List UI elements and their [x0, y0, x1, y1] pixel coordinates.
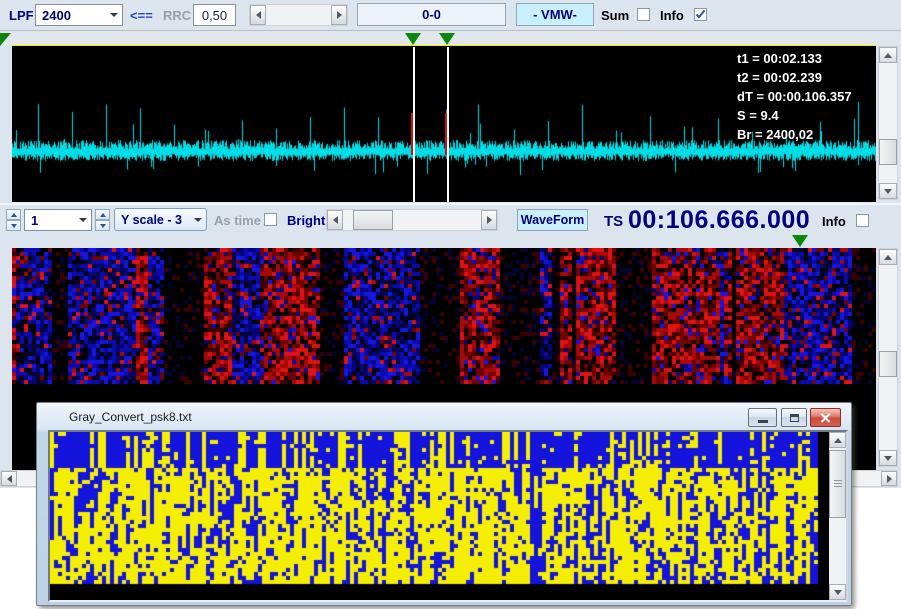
- spin-up-icon[interactable]: [95, 209, 110, 220]
- scroll-up-icon[interactable]: [879, 47, 897, 63]
- close-icon: [820, 412, 831, 423]
- as-time-label: As time: [214, 213, 261, 228]
- view-position-marker[interactable]: [792, 235, 808, 247]
- overlay-t1: t1 = 00:02.133: [737, 51, 822, 66]
- toolbar-top: LPF 2400 <== RRC 0-0 - VMW- Sum Info: [0, 0, 901, 30]
- cursor-line-t2[interactable]: [447, 47, 449, 202]
- minimize-icon: [757, 420, 768, 423]
- bitmap-vscroll-thumb[interactable]: [829, 450, 846, 518]
- spin-down-icon[interactable]: [95, 220, 110, 231]
- lpf-combobox-value: 2400: [42, 7, 71, 23]
- cursor-line-t1[interactable]: [413, 47, 415, 202]
- vmw-button[interactable]: - VMW-: [516, 3, 594, 26]
- middle-scrollbar[interactable]: [326, 209, 498, 231]
- yscale-combobox-value: Y scale - 3: [121, 212, 182, 227]
- measurement-overlay: t1 = 00:02.133 t2 = 00:02.239 dT = 00:00…: [737, 49, 852, 144]
- overlay-t2: t2 = 00:02.239: [737, 70, 822, 85]
- overlay-s: S = 9.4: [737, 108, 779, 123]
- range-display: 0-0: [357, 3, 506, 26]
- assign-arrow-label: <==: [130, 8, 153, 23]
- waveform-button[interactable]: WaveForm: [517, 209, 588, 231]
- lpf-label: LPF: [9, 8, 34, 23]
- info-label-top: Info: [660, 8, 684, 23]
- info-checkbox-top[interactable]: [694, 8, 707, 21]
- signal-analyzer-app: LPF 2400 <== RRC 0-0 - VMW- Sum Info: [0, 0, 901, 609]
- scroll-up-icon[interactable]: [879, 249, 897, 265]
- scroll-right-icon[interactable]: [331, 5, 347, 25]
- channel-spinner[interactable]: [6, 209, 21, 231]
- bitmap-client-area[interactable]: [48, 430, 848, 602]
- close-button[interactable]: [810, 408, 841, 427]
- raster-vscroll-thumb[interactable]: [879, 351, 897, 377]
- raster-marker-strip: [0, 234, 901, 248]
- vmw-button-label: - VMW-: [533, 7, 577, 22]
- gray-convert-window[interactable]: Gray_Convert_psk8.txt: [36, 402, 852, 606]
- ts-label: TS: [604, 213, 624, 230]
- yscale-spinner[interactable]: [95, 209, 110, 231]
- cursor-marker-strip: [0, 30, 901, 46]
- range-display-value: 0-0: [422, 7, 441, 22]
- scroll-up-icon[interactable]: [829, 432, 846, 448]
- waveform-vscroll-thumb[interactable]: [879, 139, 897, 165]
- rrc-input[interactable]: [193, 4, 236, 26]
- overlay-dt: dT = 00:00.106.357: [737, 89, 852, 104]
- left-edge-marker[interactable]: [0, 33, 11, 46]
- scroll-left-icon[interactable]: [250, 5, 266, 25]
- symbol-raster-display[interactable]: [12, 248, 876, 384]
- info-checkbox-middle[interactable]: [856, 214, 869, 227]
- scroll-down-icon[interactable]: [879, 450, 897, 466]
- yscale-combobox[interactable]: Y scale - 3: [114, 208, 207, 231]
- waveform-vscrollbar[interactable]: [878, 46, 898, 200]
- cursor-marker-t2[interactable]: [439, 33, 455, 45]
- as-time-checkbox[interactable]: [264, 213, 277, 226]
- channel-combobox[interactable]: 1: [24, 209, 92, 231]
- info-label-middle: Info: [822, 214, 846, 229]
- spin-up-icon[interactable]: [6, 209, 21, 220]
- maximize-icon: [789, 413, 799, 422]
- ts-value-display: 00:106.666.000: [628, 206, 811, 234]
- overlay-br: Br = 2400,02: [737, 127, 814, 142]
- channel-combobox-value: 1: [31, 212, 39, 228]
- bitmap-vscrollbar[interactable]: [829, 432, 846, 600]
- lpf-combobox[interactable]: 2400: [35, 4, 123, 26]
- chevron-down-icon[interactable]: [189, 209, 206, 230]
- waveform-button-label: WaveForm: [520, 213, 585, 227]
- chevron-down-icon[interactable]: [74, 210, 91, 230]
- spin-down-icon[interactable]: [6, 220, 21, 231]
- window-title: Gray_Convert_psk8.txt: [69, 410, 192, 424]
- scroll-right-icon[interactable]: [881, 471, 897, 486]
- scroll-down-icon[interactable]: [879, 183, 897, 199]
- raster-vscrollbar[interactable]: [878, 248, 898, 467]
- minimize-button[interactable]: [748, 408, 777, 427]
- scroll-down-icon[interactable]: [829, 584, 846, 600]
- scroll-left-icon[interactable]: [327, 210, 343, 230]
- sum-checkbox[interactable]: [637, 8, 650, 21]
- toolbar-middle: 1 Y scale - 3 As time Bright WaveForm TS…: [0, 203, 901, 234]
- scroll-right-icon[interactable]: [481, 210, 497, 230]
- waveform-panel[interactable]: t1 = 00:02.133 t2 = 00:02.239 dT = 00:00…: [12, 45, 876, 202]
- bright-label: Bright: [287, 213, 326, 228]
- sum-label: Sum: [601, 8, 630, 23]
- rrc-label: RRC: [163, 8, 192, 23]
- chevron-down-icon[interactable]: [105, 5, 122, 25]
- middle-scroll-thumb[interactable]: [353, 210, 393, 230]
- scroll-left-icon[interactable]: [1, 471, 17, 486]
- cursor-marker-t1[interactable]: [405, 33, 421, 45]
- maximize-button[interactable]: [781, 408, 807, 427]
- check-icon: [695, 9, 706, 19]
- top-scrollbar[interactable]: [249, 4, 348, 26]
- bit-raster-display[interactable]: [50, 432, 829, 600]
